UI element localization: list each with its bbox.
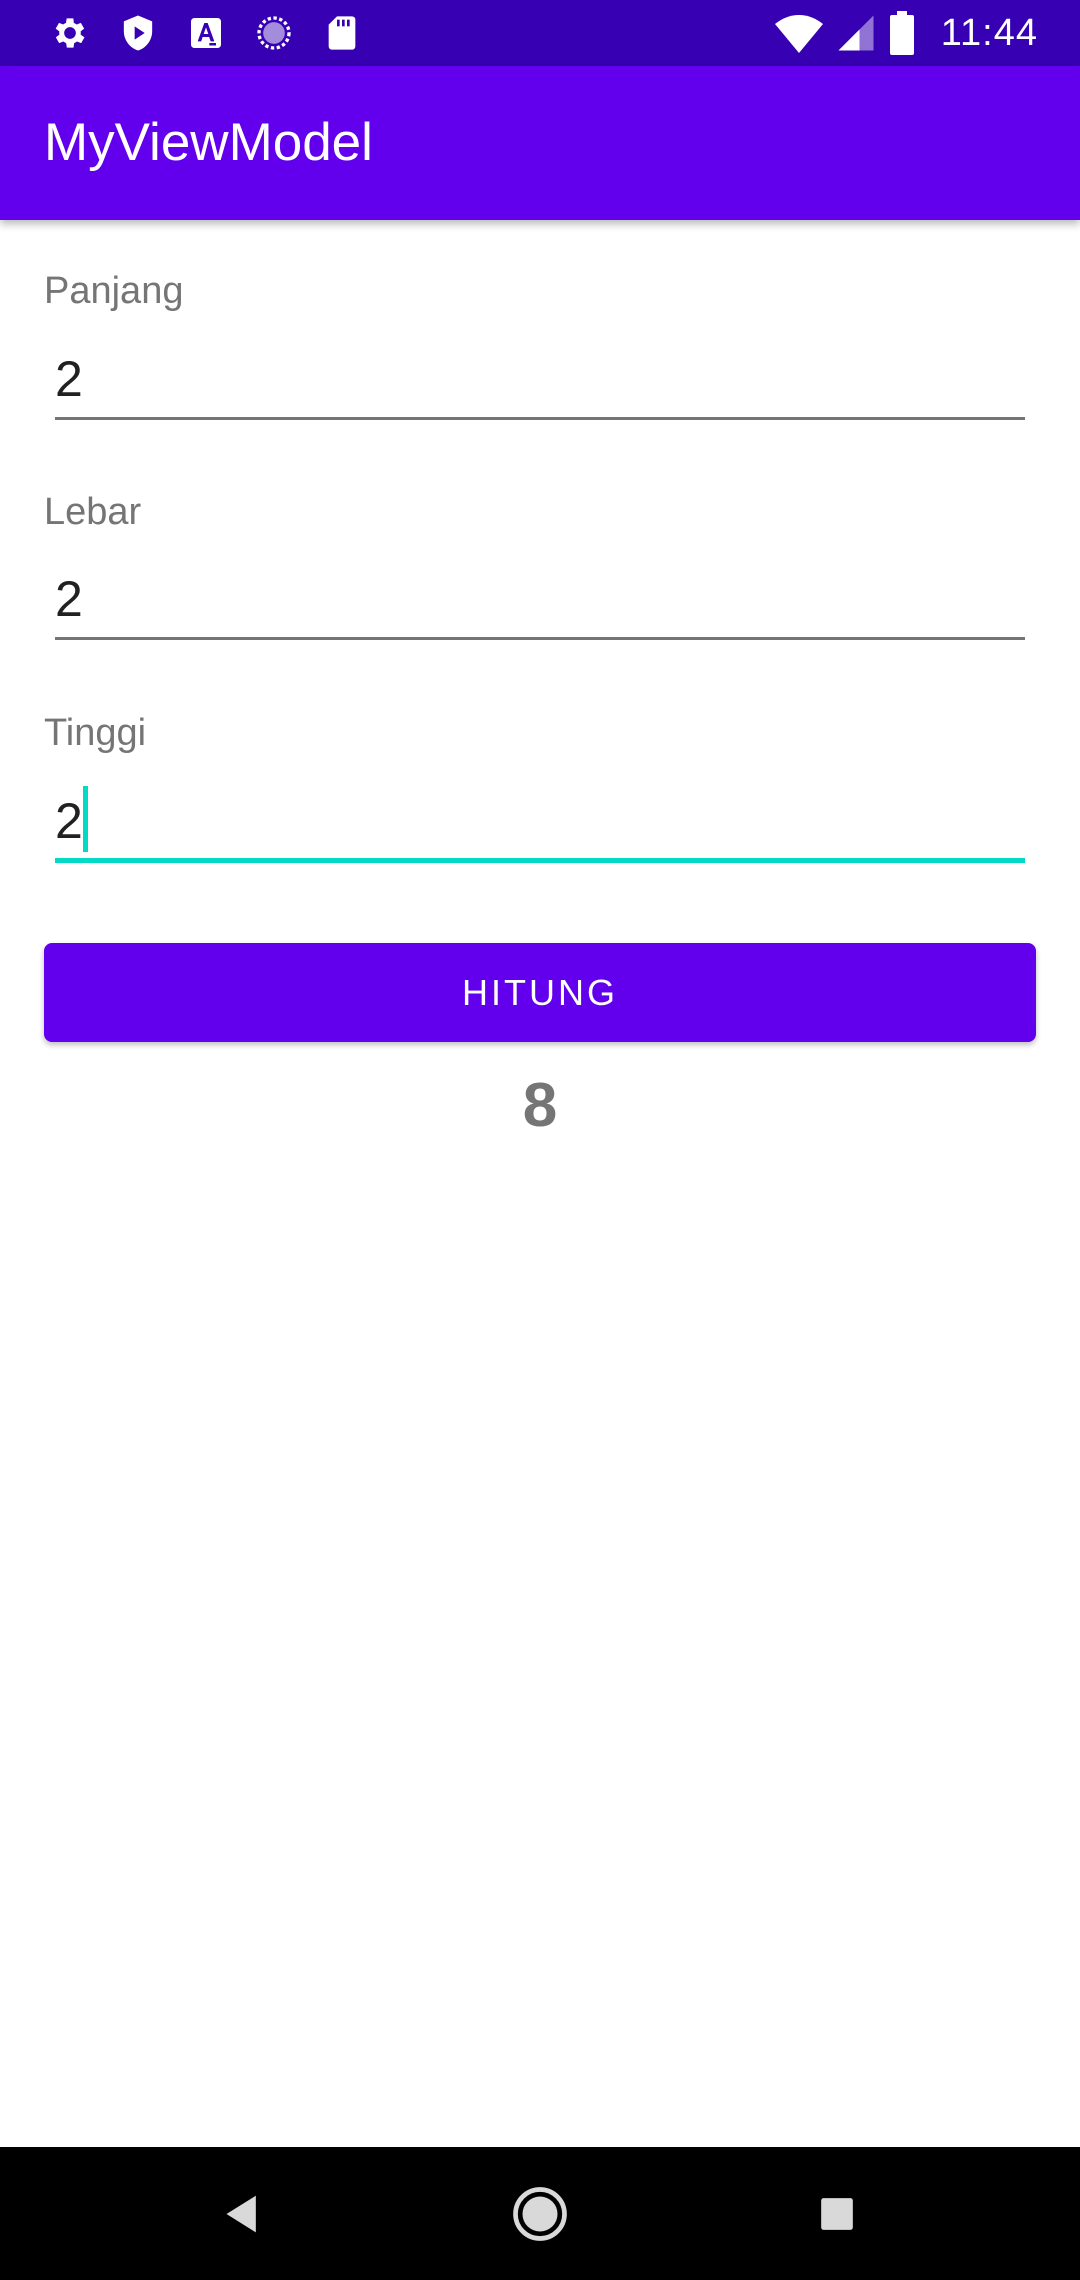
battery-icon <box>889 11 914 55</box>
back-button[interactable] <box>163 2147 323 2280</box>
screen: 11:44 MyViewModel Panjang Lebar Tinggi H… <box>0 0 1080 2280</box>
app-bar: MyViewModel <box>0 66 1080 220</box>
gear-icon <box>55 18 85 48</box>
shield-play-icon <box>123 15 153 51</box>
back-icon <box>226 2195 256 2232</box>
signal-icon <box>838 15 874 51</box>
status-time: 11:44 <box>940 11 1038 54</box>
hitung-button[interactable]: HITUNG <box>44 943 1036 1042</box>
text-cursor <box>83 786 88 852</box>
tinggi-input[interactable] <box>55 783 1025 863</box>
panjang-input[interactable] <box>55 340 1025 420</box>
circle-progress-icon <box>257 16 291 50</box>
lebar-input[interactable] <box>55 560 1025 640</box>
recents-icon <box>821 2197 853 2230</box>
recents-button[interactable] <box>757 2147 917 2280</box>
status-bar: 11:44 <box>0 0 1080 66</box>
status-right-icons: 11:44 <box>774 0 1038 66</box>
home-button[interactable] <box>460 2147 620 2280</box>
sd-card-icon <box>328 16 356 50</box>
wifi-icon <box>774 15 823 53</box>
lebar-label: Lebar <box>44 491 142 533</box>
font-a-icon <box>191 18 221 48</box>
result-text: 8 <box>522 1071 558 1140</box>
panjang-label: Panjang <box>44 270 184 312</box>
status-left-icons <box>50 0 362 66</box>
app-title: MyViewModel <box>44 113 373 172</box>
navigation-bar <box>0 2147 1080 2280</box>
home-icon <box>513 2186 567 2241</box>
tinggi-label: Tinggi <box>44 712 147 754</box>
